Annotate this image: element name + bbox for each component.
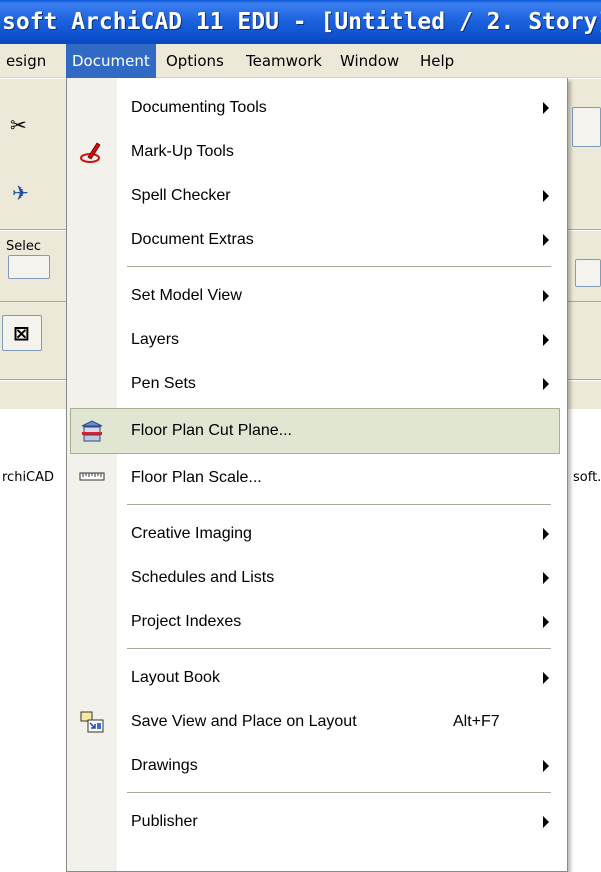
title-bar: soft ArchiCAD 11 EDU - [Untitled / 2. St… [0,0,601,44]
menu-bar: esign Document Options Teamwork Window H… [0,44,601,78]
menu-item-document-extras[interactable]: Document Extras [67,218,567,262]
menu-item-creative-imaging[interactable]: Creative Imaging [67,512,567,556]
menu-item-pen-sets[interactable]: Pen Sets [67,362,567,406]
menu-item-drawings[interactable]: Drawings [67,744,567,788]
menu-item-set-model-view[interactable]: Set Model View [67,274,567,318]
menu-options[interactable]: Options [160,44,230,78]
menu-window[interactable]: Window [334,44,405,78]
menu-item-layout-book[interactable]: Layout Book [67,656,567,700]
menu-item-publisher[interactable]: Publisher [67,800,567,844]
menu-item-documenting-tools[interactable]: Documenting Tools [67,86,567,130]
submenu-arrow-icon [543,290,549,302]
cut-plane-icon [81,420,103,442]
menu-item-label: Save View and Place on Layout [131,713,357,730]
menu-item-shortcut: Alt+F7 [453,713,500,730]
toolbox-label: Selec [6,239,42,254]
menu-design[interactable]: esign [0,44,52,78]
submenu-arrow-icon [543,760,549,772]
menu-item-spell-checker[interactable]: Spell Checker [67,174,567,218]
menu-item-label: Layers [131,331,180,348]
submenu-arrow-icon [543,528,549,540]
menu-item-label: Project Indexes [131,613,242,630]
menu-item-label: Creative Imaging [131,525,252,542]
ruler-icon [79,472,105,481]
menu-separator [127,504,551,505]
right-toolbar-control[interactable] [572,107,601,147]
menu-separator [127,792,551,793]
submenu-arrow-icon [543,334,549,346]
menu-item-floor-plan-cut-plane[interactable]: Floor Plan Cut Plane... [70,408,560,454]
menu-item-label: Publisher [131,813,198,830]
submenu-arrow-icon [543,616,549,628]
right-tool-button[interactable] [575,259,601,287]
menu-separator [127,266,551,267]
menu-item-label: Set Model View [131,287,242,304]
menu-item-label: Documenting Tools [131,99,267,116]
menu-item-schedules-and-lists[interactable]: Schedules and Lists [67,556,567,600]
menu-item-label: Layout Book [131,669,220,686]
menu-item-layers[interactable]: Layers [67,318,567,362]
menu-item-label: Mark-Up Tools [131,143,234,160]
menu-item-project-indexes[interactable]: Project Indexes [67,600,567,644]
right-status-text: soft. [573,470,601,485]
tool-button[interactable]: ⊠ [2,315,42,351]
selection-tool-button[interactable] [8,255,50,279]
submenu-arrow-icon [543,672,549,684]
submenu-arrow-icon [543,378,549,390]
menu-item-save-view-and-place[interactable]: Save View and Place on Layout Alt+F7 [67,700,567,744]
window-title: soft ArchiCAD 11 EDU - [Untitled / 2. St… [2,9,601,35]
menu-item-floor-plan-scale[interactable]: Floor Plan Scale... [67,456,567,500]
cut-icon[interactable]: ✂ [10,115,27,135]
menu-item-label: Floor Plan Scale... [131,469,262,486]
menu-teamwork[interactable]: Teamwork [240,44,328,78]
menu-item-label: Schedules and Lists [131,569,275,586]
menu-item-mark-up-tools[interactable]: Mark-Up Tools [67,130,567,174]
menu-item-label: Floor Plan Cut Plane... [131,422,292,439]
menu-item-label: Drawings [131,757,198,774]
tool-icon: ⊠ [13,321,30,345]
menu-item-label: Document Extras [131,231,254,248]
menu-separator [127,648,551,649]
submenu-arrow-icon [543,190,549,202]
markup-pen-icon [80,142,101,163]
submenu-arrow-icon [543,102,549,114]
submenu-arrow-icon [543,234,549,246]
menu-item-label: Pen Sets [131,375,196,392]
menu-document[interactable]: Document [66,44,156,78]
camera-icon[interactable]: ✈ [12,183,29,203]
menu-help[interactable]: Help [414,44,460,78]
submenu-arrow-icon [543,572,549,584]
submenu-arrow-icon [543,816,549,828]
place-on-layout-icon [80,711,104,733]
menu-item-label: Spell Checker [131,187,231,204]
left-status-text: rchiCAD [2,470,55,485]
document-menu: Documenting Tools Mark-Up Tools Spell Ch… [66,78,568,872]
